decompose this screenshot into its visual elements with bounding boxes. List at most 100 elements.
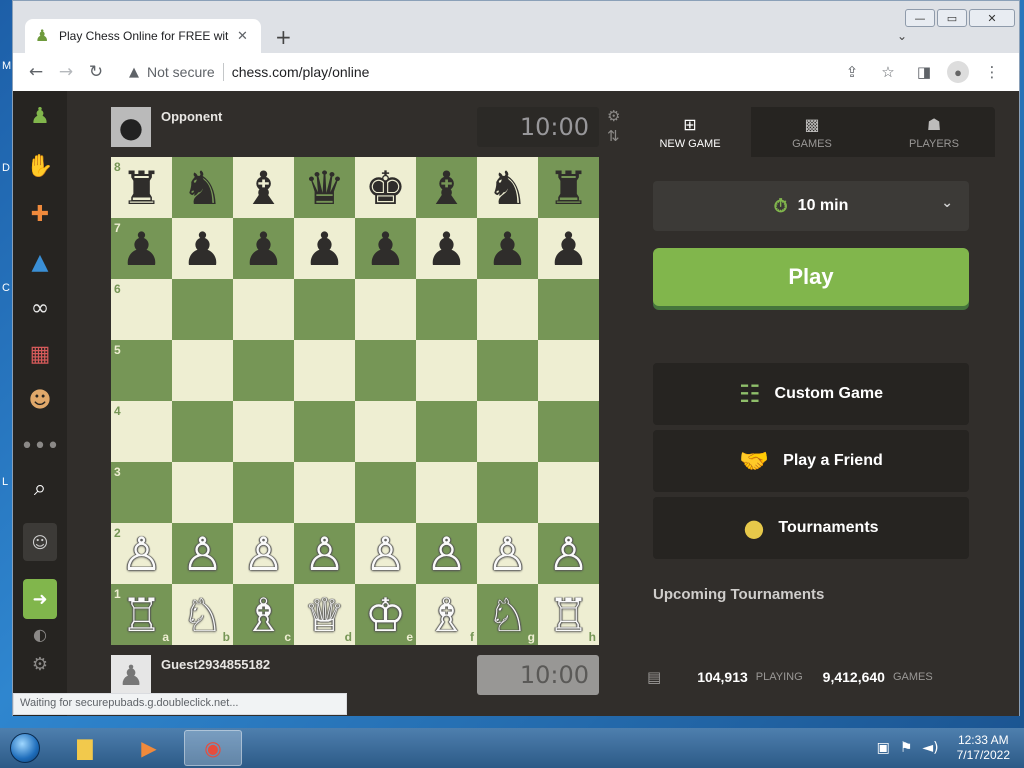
- board-square-f8[interactable]: ♝: [416, 157, 477, 218]
- custom-game-button[interactable]: ☷ Custom Game: [653, 363, 969, 425]
- board-square-h6[interactable]: [538, 279, 599, 340]
- more-dots-icon[interactable]: •••: [21, 429, 60, 463]
- white-piece[interactable]: ♙: [243, 531, 284, 577]
- board-square-a4[interactable]: 4: [111, 401, 172, 462]
- login-arrow-icon[interactable]: ➜: [23, 579, 57, 619]
- board-square-a5[interactable]: 5: [111, 340, 172, 401]
- black-piece[interactable]: ♜: [548, 165, 589, 211]
- maximize-button[interactable]: ▭: [937, 9, 967, 27]
- explorer-folder-icon[interactable]: ▇: [56, 730, 114, 766]
- board-square-e5[interactable]: [355, 340, 416, 401]
- board-square-g2[interactable]: ♙: [477, 523, 538, 584]
- white-piece[interactable]: ♕: [304, 592, 345, 638]
- not-secure-label[interactable]: Not secure: [147, 64, 215, 80]
- board-square-h1[interactable]: h ♖: [538, 584, 599, 645]
- board-square-d8[interactable]: ♛: [294, 157, 355, 218]
- board-square-f2[interactable]: ♙: [416, 523, 477, 584]
- black-piece[interactable]: ♝: [243, 165, 284, 211]
- share-icon[interactable]: ⇪: [839, 59, 865, 85]
- white-piece[interactable]: ♖: [121, 592, 162, 638]
- board-square-b3[interactable]: [172, 462, 233, 523]
- white-piece[interactable]: ♙: [548, 531, 589, 577]
- white-piece[interactable]: ♖: [548, 592, 589, 638]
- tab-new-game[interactable]: ⊞ NEW GAME: [629, 107, 751, 157]
- white-piece[interactable]: ♙: [365, 531, 406, 577]
- board-square-b5[interactable]: [172, 340, 233, 401]
- board-square-a6[interactable]: 6: [111, 279, 172, 340]
- board-square-a2[interactable]: 2 ♙: [111, 523, 172, 584]
- board-square-g1[interactable]: g ♘: [477, 584, 538, 645]
- minimize-button[interactable]: —: [905, 9, 935, 27]
- bookmark-star-icon[interactable]: ☆: [875, 59, 901, 85]
- board-square-f6[interactable]: [416, 279, 477, 340]
- board-square-g8[interactable]: ♞: [477, 157, 538, 218]
- black-piece[interactable]: ♞: [182, 165, 223, 211]
- board-square-d6[interactable]: [294, 279, 355, 340]
- chess-board[interactable]: 8 ♜ ♞ ♝ ♛ ♚ ♝ ♞ ♜ 7 ♟ ♟ ♟ ♟ ♟ ♟ ♟ ♟ 6 5 4 3 2 ♙ ♙ ♙ ♙ ♙ ♙ ♙ ♙ 1 a ♖ b ♘ c ♗ d ♕…: [111, 157, 599, 645]
- black-piece[interactable]: ♞: [487, 165, 528, 211]
- close-window-button[interactable]: ✕: [969, 9, 1015, 27]
- board-square-f5[interactable]: [416, 340, 477, 401]
- time-control-select[interactable]: ⏱ 10 min ⌄: [653, 181, 969, 231]
- network-icon[interactable]: ▣: [877, 740, 890, 756]
- board-square-c2[interactable]: ♙: [233, 523, 294, 584]
- play-hand-icon[interactable]: ✋: [23, 149, 57, 183]
- board-square-h7[interactable]: ♟: [538, 218, 599, 279]
- side-panel-icon[interactable]: ◨: [911, 59, 937, 85]
- black-piece[interactable]: ♟: [304, 226, 345, 272]
- white-piece[interactable]: ♙: [182, 531, 223, 577]
- board-square-g5[interactable]: [477, 340, 538, 401]
- board-square-f4[interactable]: [416, 401, 477, 462]
- tab-players[interactable]: ☗ PLAYERS: [873, 107, 995, 157]
- tournaments-button[interactable]: ● Tournaments: [653, 497, 969, 559]
- social-icon[interactable]: ☻: [23, 383, 57, 417]
- board-square-e2[interactable]: ♙: [355, 523, 416, 584]
- white-piece[interactable]: ♙: [121, 531, 162, 577]
- white-piece[interactable]: ♙: [304, 531, 345, 577]
- chrome-icon[interactable]: ◉: [184, 730, 242, 766]
- black-piece[interactable]: ♟: [487, 226, 528, 272]
- tab-close-icon[interactable]: ✕: [237, 29, 248, 44]
- taskbar-clock[interactable]: 12:33 AM 7/17/2022: [957, 733, 1010, 763]
- theme-brightness-icon[interactable]: ◐: [23, 617, 57, 651]
- black-piece[interactable]: ♛: [304, 165, 345, 211]
- board-square-e1[interactable]: e ♔: [355, 584, 416, 645]
- search-icon[interactable]: ⌕: [23, 471, 57, 505]
- warning-triangle-icon[interactable]: ▲: [129, 65, 139, 80]
- board-square-a8[interactable]: 8 ♜: [111, 157, 172, 218]
- board-square-e7[interactable]: ♟: [355, 218, 416, 279]
- white-piece[interactable]: ♗: [243, 592, 284, 638]
- start-button[interactable]: [0, 728, 50, 768]
- board-square-c8[interactable]: ♝: [233, 157, 294, 218]
- board-square-b7[interactable]: ♟: [172, 218, 233, 279]
- black-piece[interactable]: ♟: [243, 226, 284, 272]
- board-square-d5[interactable]: [294, 340, 355, 401]
- board-square-g4[interactable]: [477, 401, 538, 462]
- play-a-friend-button[interactable]: 🤝 Play a Friend: [653, 430, 969, 492]
- board-settings-gear-icon[interactable]: ⚙: [607, 107, 620, 125]
- board-square-b6[interactable]: [172, 279, 233, 340]
- watch-binoculars-icon[interactable]: ∞: [23, 291, 57, 325]
- kebab-menu-icon[interactable]: ⋮: [979, 59, 1005, 85]
- chat-icon[interactable]: ▤: [647, 668, 661, 686]
- board-square-g7[interactable]: ♟: [477, 218, 538, 279]
- board-square-d3[interactable]: [294, 462, 355, 523]
- board-square-e3[interactable]: [355, 462, 416, 523]
- board-square-b4[interactable]: [172, 401, 233, 462]
- tab-games[interactable]: ▩ GAMES: [751, 107, 873, 157]
- flip-board-icon[interactable]: ⇅: [607, 127, 620, 145]
- board-square-c7[interactable]: ♟: [233, 218, 294, 279]
- chess-logo-icon[interactable]: ♟: [23, 99, 57, 133]
- tab-search-chevron-icon[interactable]: ⌄: [897, 29, 907, 43]
- board-square-c1[interactable]: c ♗: [233, 584, 294, 645]
- board-square-e8[interactable]: ♚: [355, 157, 416, 218]
- board-square-f7[interactable]: ♟: [416, 218, 477, 279]
- url-text[interactable]: chess.com/play/online: [232, 64, 370, 80]
- settings-gear-icon[interactable]: ⚙: [23, 647, 57, 681]
- board-square-f3[interactable]: [416, 462, 477, 523]
- black-piece[interactable]: ♝: [426, 165, 467, 211]
- board-square-b2[interactable]: ♙: [172, 523, 233, 584]
- white-piece[interactable]: ♔: [365, 592, 406, 638]
- board-square-b8[interactable]: ♞: [172, 157, 233, 218]
- news-icon[interactable]: ▦: [23, 337, 57, 371]
